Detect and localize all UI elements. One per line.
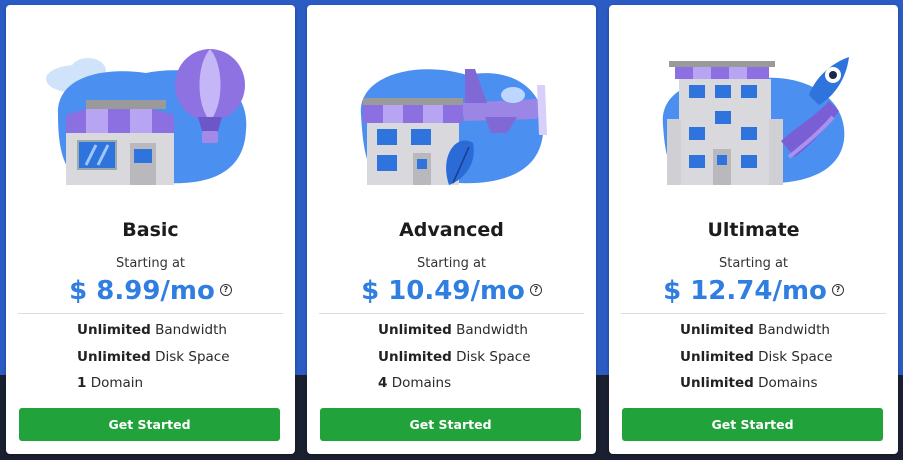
divider bbox=[18, 313, 283, 314]
starting-at-label: Starting at bbox=[416, 256, 487, 271]
price-row: $ 10.49/mo? bbox=[307, 273, 596, 309]
feature-text: Bandwidth bbox=[155, 322, 227, 338]
feature-item: Unlimited Bandwidth bbox=[77, 320, 285, 347]
plan-card-basic: Basic Starting at $ 8.99/mo? Unlimited B… bbox=[6, 5, 295, 454]
feature-item: Unlimited Disk Space bbox=[77, 347, 285, 374]
get-started-button[interactable]: Get Started bbox=[19, 408, 280, 441]
building-rocket-icon bbox=[662, 57, 849, 185]
feature-list: Unlimited Bandwidth Unlimited Disk Space… bbox=[77, 320, 285, 400]
plan-price: $ 8.99/mo bbox=[69, 276, 215, 306]
help-icon[interactable]: ? bbox=[831, 283, 844, 296]
feature-text: Disk Space bbox=[155, 348, 230, 365]
plan-card-advanced: Advanced Starting at $ 10.49/mo? Unlimit… bbox=[307, 5, 596, 454]
feature-item: 1 Domain bbox=[77, 373, 285, 400]
feature-strong: Unlimited bbox=[77, 348, 151, 365]
feature-text: Disk Space bbox=[758, 348, 833, 365]
feature-item: Unlimited Bandwidth bbox=[378, 320, 586, 347]
get-started-button[interactable]: Get Started bbox=[320, 408, 581, 441]
feature-strong: 4 bbox=[378, 375, 388, 391]
feature-text: Bandwidth bbox=[758, 322, 830, 338]
plan-name: Ultimate bbox=[707, 219, 800, 241]
feature-item: Unlimited Disk Space bbox=[680, 347, 888, 374]
divider bbox=[621, 313, 886, 314]
help-icon[interactable]: ? bbox=[219, 283, 232, 296]
starting-at-label: Starting at bbox=[115, 256, 186, 271]
feature-strong: Unlimited bbox=[680, 375, 754, 391]
feature-strong: Unlimited bbox=[680, 322, 754, 338]
help-icon[interactable]: ? bbox=[529, 283, 542, 296]
feature-item: 4 Domains bbox=[378, 373, 586, 400]
feature-strong: Unlimited bbox=[378, 322, 452, 338]
feature-text: Bandwidth bbox=[456, 322, 528, 338]
feature-text: Domain bbox=[90, 375, 144, 391]
plan-price: $ 10.49/mo bbox=[361, 276, 525, 306]
feature-list: Unlimited Bandwidth Unlimited Disk Space… bbox=[680, 320, 888, 400]
feature-strong: Unlimited bbox=[378, 348, 452, 365]
feature-item: Unlimited Disk Space bbox=[378, 347, 586, 374]
plan-price: $ 12.74/mo bbox=[663, 276, 827, 306]
plan-name: Basic bbox=[122, 219, 179, 241]
store-airplane-icon bbox=[360, 69, 547, 185]
feature-text: Disk Space bbox=[456, 348, 531, 365]
price-row: $ 8.99/mo? bbox=[6, 273, 295, 309]
divider bbox=[319, 313, 584, 314]
pricing-plans: Basic Starting at $ 8.99/mo? Unlimited B… bbox=[0, 0, 903, 460]
plan-name: Advanced bbox=[399, 219, 504, 241]
feature-strong: 1 bbox=[77, 375, 87, 391]
plan-card-ultimate: Ultimate Starting at $ 12.74/mo? Unlimit… bbox=[609, 5, 898, 454]
feature-item: Unlimited Bandwidth bbox=[680, 320, 888, 347]
storefront-balloon-icon bbox=[46, 49, 247, 185]
starting-at-label: Starting at bbox=[718, 256, 789, 271]
feature-strong: Unlimited bbox=[77, 322, 151, 338]
feature-text: Domains bbox=[758, 375, 818, 391]
feature-text: Domains bbox=[391, 375, 452, 391]
feature-list: Unlimited Bandwidth Unlimited Disk Space… bbox=[378, 320, 586, 400]
feature-strong: Unlimited bbox=[680, 348, 754, 365]
feature-item: Unlimited Domains bbox=[680, 373, 888, 400]
get-started-button[interactable]: Get Started bbox=[622, 408, 883, 441]
price-row: $ 12.74/mo? bbox=[609, 273, 898, 309]
